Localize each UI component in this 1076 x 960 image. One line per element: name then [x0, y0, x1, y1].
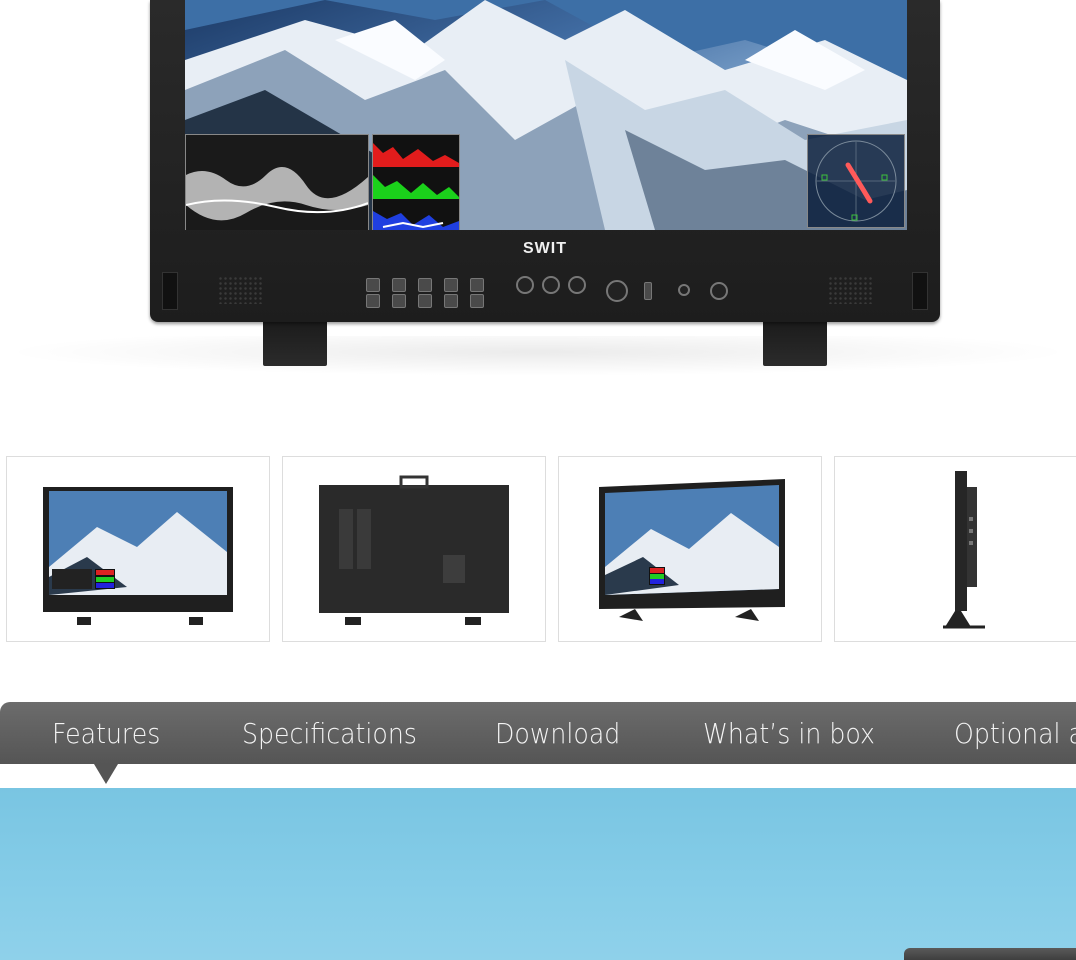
- monitor-control-panel: [160, 262, 930, 318]
- monitor-key: [418, 278, 432, 292]
- thumbnail-front-view[interactable]: [6, 456, 270, 642]
- vectorscope: [807, 134, 905, 228]
- tab-features[interactable]: Features: [52, 702, 160, 764]
- monitor-stand-right: [763, 320, 827, 366]
- power-button-icon: [710, 282, 728, 300]
- waveform-scope: [185, 134, 369, 230]
- monitor-key: [444, 278, 458, 292]
- monitor-screen: [185, 0, 907, 230]
- banner-monitor-edge: [904, 948, 1076, 960]
- thumbnail-back-view[interactable]: [282, 456, 546, 642]
- speaker-grille-left: [218, 276, 264, 304]
- monitor-key: [470, 294, 484, 308]
- monitor-key: [444, 294, 458, 308]
- monitor-stand-left: [263, 320, 327, 366]
- product-tab-bar: Features Specifications Download What’s …: [0, 702, 1076, 764]
- hero-product-image: SWIT: [0, 0, 1076, 400]
- side-handle-left: [162, 272, 178, 310]
- tally-led-icon: [678, 284, 690, 296]
- feature-banner-image: [0, 788, 1076, 960]
- monitor-key: [366, 278, 380, 292]
- monitor-key: [366, 294, 380, 308]
- tab-specifications[interactable]: Specifications: [242, 702, 417, 764]
- thumbnail-side-view[interactable]: [834, 456, 1076, 642]
- side-handle-right: [912, 272, 928, 310]
- brightness-knob-icon: [516, 276, 534, 294]
- saturation-knob-icon: [568, 276, 586, 294]
- switch-icon: [644, 282, 652, 300]
- monitor-key: [418, 294, 432, 308]
- contrast-knob-icon: [542, 276, 560, 294]
- product-floor-shadow: [0, 336, 1076, 376]
- active-tab-indicator: [94, 764, 118, 784]
- rgb-parade-scope: [372, 134, 460, 230]
- speaker-grille-right: [828, 276, 874, 304]
- tab-whats-in-box[interactable]: What’s in box: [703, 702, 875, 764]
- thumbnail-angled-view[interactable]: [558, 456, 822, 642]
- monitor-key: [470, 278, 484, 292]
- monitor-key: [392, 278, 406, 292]
- thumbnail-gallery: [0, 456, 1076, 646]
- tab-optional-accessories[interactable]: Optional a: [954, 702, 1076, 764]
- tab-download[interactable]: Download: [495, 702, 620, 764]
- menu-dial-icon: [606, 280, 628, 302]
- brand-logo: SWIT: [523, 240, 567, 257]
- monitor-key: [392, 294, 406, 308]
